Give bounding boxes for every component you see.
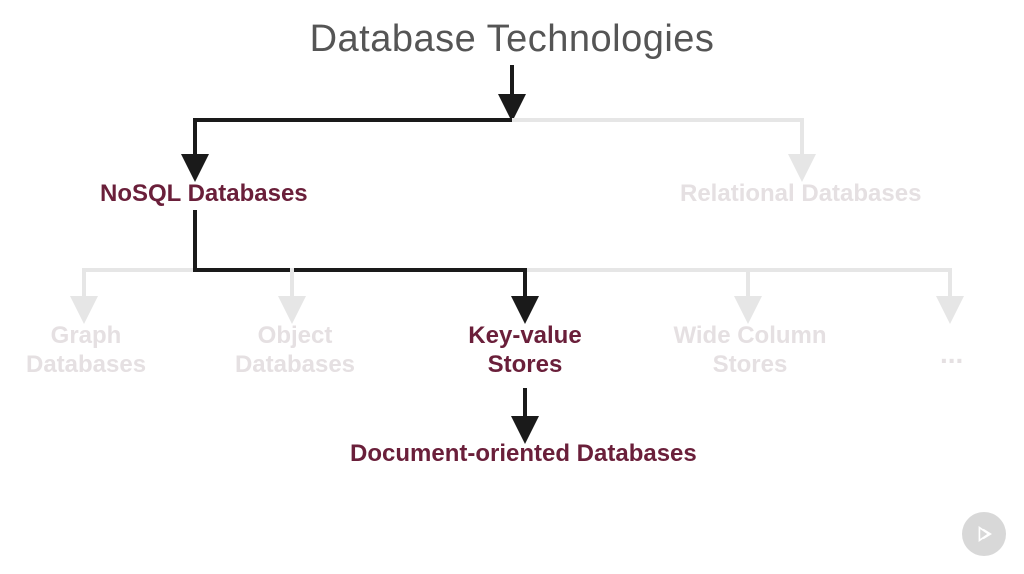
node-graph: Graph Databases — [26, 322, 146, 380]
node-object: Object Databases — [230, 322, 360, 380]
play-logo-icon — [962, 512, 1006, 556]
node-document: Document-oriented Databases — [350, 440, 697, 469]
diagram-connectors — [0, 0, 1024, 574]
node-relational: Relational Databases — [680, 180, 921, 209]
node-keyvalue: Key-value Stores — [460, 322, 590, 380]
node-widecolumn: Wide Column Stores — [665, 322, 835, 380]
node-nosql: NoSQL Databases — [100, 180, 308, 209]
diagram-title: Database Technologies — [310, 18, 715, 61]
node-more: ... — [940, 338, 963, 370]
